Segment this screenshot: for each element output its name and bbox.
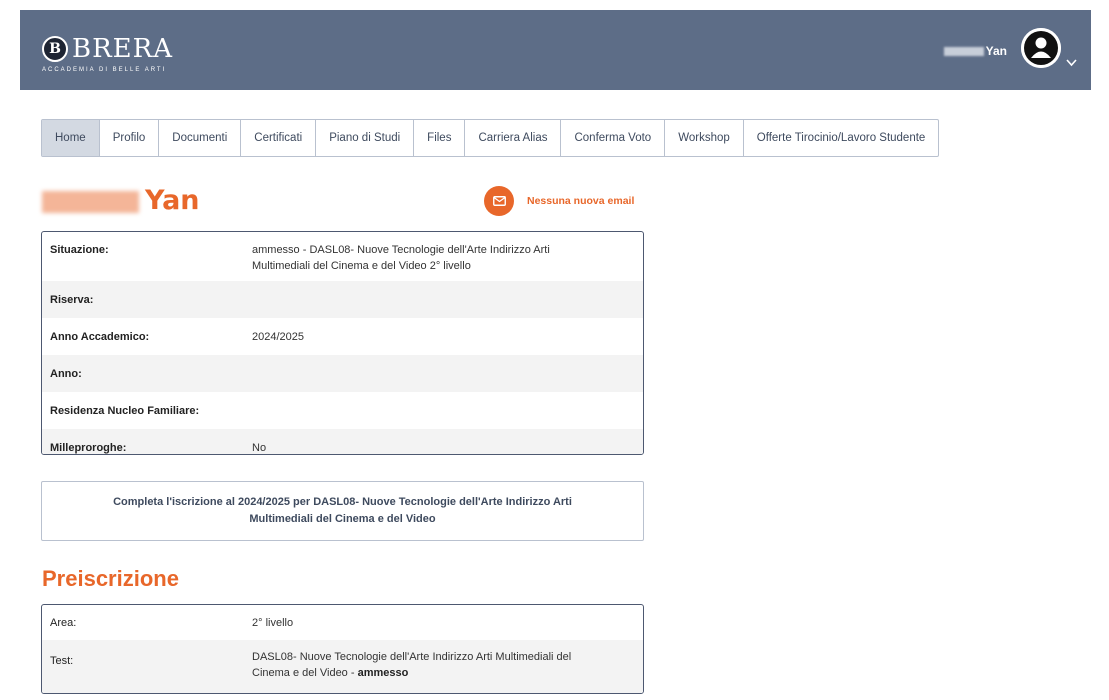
- preiscrizione-table: Area: 2° livello Test: DASL08- Nuove Tec…: [41, 604, 644, 694]
- complete-enrollment-button[interactable]: Completa l'iscrizione al 2024/2025 per D…: [41, 481, 644, 541]
- main-tabs: Home Profilo Documenti Certificati Piano…: [41, 119, 940, 157]
- tab-home[interactable]: Home: [42, 120, 100, 156]
- table-row: Test: DASL08- Nuove Tecnologie dell'Arte…: [42, 640, 643, 693]
- table-row: Anno:: [42, 355, 643, 392]
- user-display-name[interactable]: Yan: [943, 44, 1007, 58]
- tab-files[interactable]: Files: [414, 120, 466, 156]
- redacted-name: [42, 190, 139, 213]
- redacted-name: [943, 47, 984, 57]
- row-label: Test:: [50, 655, 74, 667]
- tab-piano-di-studi[interactable]: Piano di Studi: [316, 120, 415, 156]
- row-label: Situazione:: [50, 244, 109, 256]
- row-value: No: [252, 441, 267, 454]
- row-label: Area:: [50, 616, 77, 629]
- table-row: Area: 2° livello: [42, 605, 643, 640]
- user-circle-icon[interactable]: [1021, 28, 1061, 68]
- mail-icon[interactable]: [484, 186, 514, 216]
- chevron-down-icon[interactable]: [1066, 58, 1077, 70]
- tab-certificati[interactable]: Certificati: [241, 120, 317, 156]
- table-row: Residenza Nucleo Familiare:: [42, 392, 643, 429]
- top-header: B BRERA ACCADEMIA DI BELLE ARTI Yan: [20, 10, 1091, 90]
- tab-documenti[interactable]: Documenti: [159, 120, 242, 156]
- brand-name: BRERA: [72, 34, 174, 64]
- table-row: Milleproroghe: No: [42, 429, 643, 454]
- test-status: ammesso: [357, 667, 409, 679]
- tab-profilo[interactable]: Profilo: [100, 120, 160, 156]
- student-info-table: Situazione: ammesso - DASL08- Nuove Tecn…: [41, 231, 644, 455]
- row-label: Anno:: [50, 367, 82, 380]
- user-surname: Yan: [985, 44, 1007, 58]
- student-name-heading: Yan: [42, 183, 200, 219]
- row-label: Milleproroghe:: [50, 441, 127, 454]
- row-label: Residenza Nucleo Familiare:: [50, 404, 200, 417]
- tab-workshop[interactable]: Workshop: [665, 120, 744, 156]
- test-description: DASL08- Nuove Tecnologie dell'Arte Indir…: [252, 651, 572, 679]
- logo-emblem-icon: B: [42, 36, 68, 62]
- email-status-link[interactable]: Nessuna nuova email: [527, 195, 634, 207]
- row-label: Anno Accademico:: [50, 330, 150, 343]
- table-row: Situazione: ammesso - DASL08- Nuove Tecn…: [42, 232, 643, 281]
- table-row: Anno Accademico: 2024/2025: [42, 318, 643, 355]
- table-row: Riserva:: [42, 281, 643, 318]
- row-label: Riserva:: [50, 293, 94, 306]
- student-surname: Yan: [145, 185, 200, 216]
- row-value: 2024/2025: [252, 330, 304, 343]
- row-value: ammesso - DASL08- Nuove Tecnologie dell'…: [252, 244, 550, 272]
- tab-carriera-alias[interactable]: Carriera Alias: [465, 120, 562, 156]
- tab-offerte-tirocinio[interactable]: Offerte Tirocinio/Lavoro Studente: [744, 120, 939, 156]
- row-value: DASL08- Nuove Tecnologie dell'Arte Indir…: [252, 649, 643, 681]
- brand-subtitle: ACCADEMIA DI BELLE ARTI: [42, 67, 167, 73]
- section-title-preiscrizione: Preiscrizione: [42, 566, 179, 591]
- row-value: 2° livello: [252, 616, 294, 629]
- tab-conferma-voto[interactable]: Conferma Voto: [561, 120, 666, 156]
